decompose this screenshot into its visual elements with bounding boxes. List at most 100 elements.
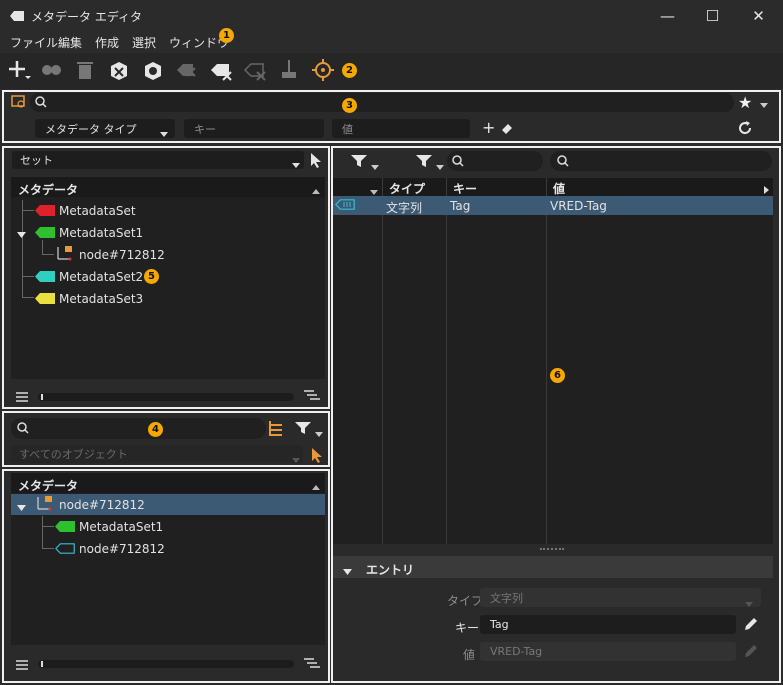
delete-tag-icon[interactable] [208, 58, 234, 82]
entry-value-value: VRED-Tag [490, 645, 543, 658]
trash-icon[interactable] [72, 58, 98, 82]
tree-item-node[interactable]: node#712812 [79, 248, 165, 262]
scrollbar-thumb[interactable] [41, 394, 43, 400]
list-view-icon[interactable] [16, 391, 28, 405]
target-icon[interactable] [310, 58, 336, 82]
objects-scrollbar[interactable] [38, 660, 294, 668]
object-search-input[interactable] [11, 418, 266, 439]
callout-badge-5: 5 [144, 269, 159, 284]
link-icon[interactable] [38, 58, 64, 82]
scroll-right-icon[interactable] [764, 183, 769, 197]
broom-icon[interactable] [276, 58, 302, 82]
filter-icon[interactable] [351, 154, 367, 171]
add-filter-icon[interactable]: + [482, 120, 495, 136]
entry-key-input[interactable]: Tag [480, 615, 736, 634]
hierarchy-icon[interactable] [268, 420, 284, 439]
clear-tag-icon[interactable] [242, 58, 268, 82]
add-icon[interactable] [6, 58, 32, 82]
menu-edit[interactable]: 編集 [58, 34, 82, 51]
collapse-arrow-icon[interactable] [343, 565, 352, 579]
entry-key-value: Tag [490, 618, 509, 631]
menu-file[interactable]: ファイル [10, 34, 58, 51]
eraser-icon[interactable] [500, 121, 514, 138]
refresh-icon[interactable] [737, 120, 753, 139]
sets-scrollbar[interactable] [38, 393, 294, 401]
callout-badge-3: 3 [342, 98, 357, 113]
object-scope-dropdown[interactable]: すべてのオブジェクト [11, 445, 303, 463]
filter-icon[interactable] [416, 154, 432, 171]
callout-badge-2: 2 [342, 63, 357, 78]
tree-line [22, 210, 34, 211]
filter-dropdown-icon[interactable] [315, 426, 323, 440]
unlink-tag-icon[interactable] [174, 58, 200, 82]
value-input[interactable]: 値 [332, 119, 470, 138]
close-button[interactable]: ✕ [736, 0, 781, 31]
pointer-select-icon[interactable] [310, 152, 322, 171]
metadata-search-icon [11, 95, 27, 109]
favorites-star-icon[interactable]: ★ [738, 93, 752, 112]
expand-all-icon[interactable] [304, 658, 320, 672]
metadataset1-green-tag-icon [55, 521, 75, 535]
menu-create[interactable]: 作成 [95, 34, 119, 51]
filter-icon[interactable] [295, 421, 311, 438]
tree-line [42, 548, 54, 549]
entry-section-title: エントリ [366, 563, 415, 577]
menu-select[interactable]: 選択 [132, 34, 156, 51]
cell-type: 文字列 [386, 201, 423, 215]
entry-value-input[interactable]: VRED-Tag [480, 642, 736, 661]
pointer-select-icon[interactable] [311, 447, 323, 466]
set-filter-dropdown[interactable]: セット [12, 151, 304, 169]
assign-icon[interactable] [106, 58, 132, 82]
callout-badge-6: 6 [550, 368, 565, 383]
key-input[interactable]: キー [184, 119, 324, 138]
title-bar: メタデータ エディタ — ☐ ✕ [0, 0, 783, 31]
tree-line [22, 297, 34, 298]
collapse-icon[interactable] [312, 183, 320, 197]
callout-badge-1: 1 [219, 28, 234, 43]
tree-item-node[interactable]: node#712812 [59, 498, 145, 512]
splitter-handle[interactable] [540, 548, 564, 550]
edit-pencil-icon[interactable] [743, 616, 759, 635]
string-type-icon [334, 199, 355, 213]
global-search-input[interactable] [30, 93, 734, 112]
entry-value-label: 値 [463, 648, 476, 662]
set-filter-label: セット [20, 154, 53, 167]
maximize-button[interactable]: ☐ [690, 0, 735, 31]
tree-item-node-metadata[interactable]: node#712812 [79, 542, 165, 556]
expand-arrow-icon[interactable] [17, 501, 26, 515]
entry-type-value: 文字列 [490, 591, 523, 605]
node-icon [56, 245, 74, 264]
filter-dropdown-icon[interactable] [436, 159, 444, 173]
tree-item-metadataset[interactable]: MetadataSet [59, 204, 136, 218]
metadataset1-green-tag-icon [35, 227, 55, 241]
tree-item-metadataset2[interactable]: MetadataSet2 [59, 270, 143, 284]
favorites-dropdown-icon[interactable] [760, 98, 768, 112]
expand-all-icon[interactable] [304, 390, 320, 404]
search-icon [35, 96, 47, 111]
edit-pencil-icon[interactable] [743, 643, 759, 662]
remove-icon[interactable] [140, 58, 166, 82]
scrollbar-thumb[interactable] [41, 661, 43, 667]
column-header-type[interactable]: タイプ [389, 180, 425, 197]
tree-item-metadataset1[interactable]: MetadataSet1 [59, 226, 143, 240]
window-title: メタデータ エディタ [31, 10, 142, 24]
value-search-input[interactable] [550, 151, 772, 171]
tree-item-metadataset1[interactable]: MetadataSet1 [79, 520, 163, 534]
filter-dropdown-icon[interactable] [371, 159, 379, 173]
tree-line [22, 276, 34, 277]
chevron-down-icon [292, 452, 300, 466]
tree-item-metadataset3[interactable]: MetadataSet3 [59, 292, 143, 306]
tree-line [22, 200, 23, 297]
column-divider [446, 178, 447, 544]
collapse-icon[interactable] [312, 479, 320, 493]
node-outline-tag-icon [54, 543, 75, 557]
tree-line [42, 240, 43, 254]
column-header-key[interactable]: キー [453, 180, 477, 197]
node-icon [36, 495, 54, 514]
expand-arrow-icon[interactable] [17, 228, 26, 242]
list-view-icon[interactable] [16, 659, 28, 673]
entry-type-select[interactable]: 文字列 [480, 588, 761, 607]
column-header-value[interactable]: 値 [553, 180, 565, 197]
metadata-type-select[interactable]: メタデータ タイプ [35, 119, 175, 138]
minimize-button[interactable]: — [645, 0, 690, 31]
